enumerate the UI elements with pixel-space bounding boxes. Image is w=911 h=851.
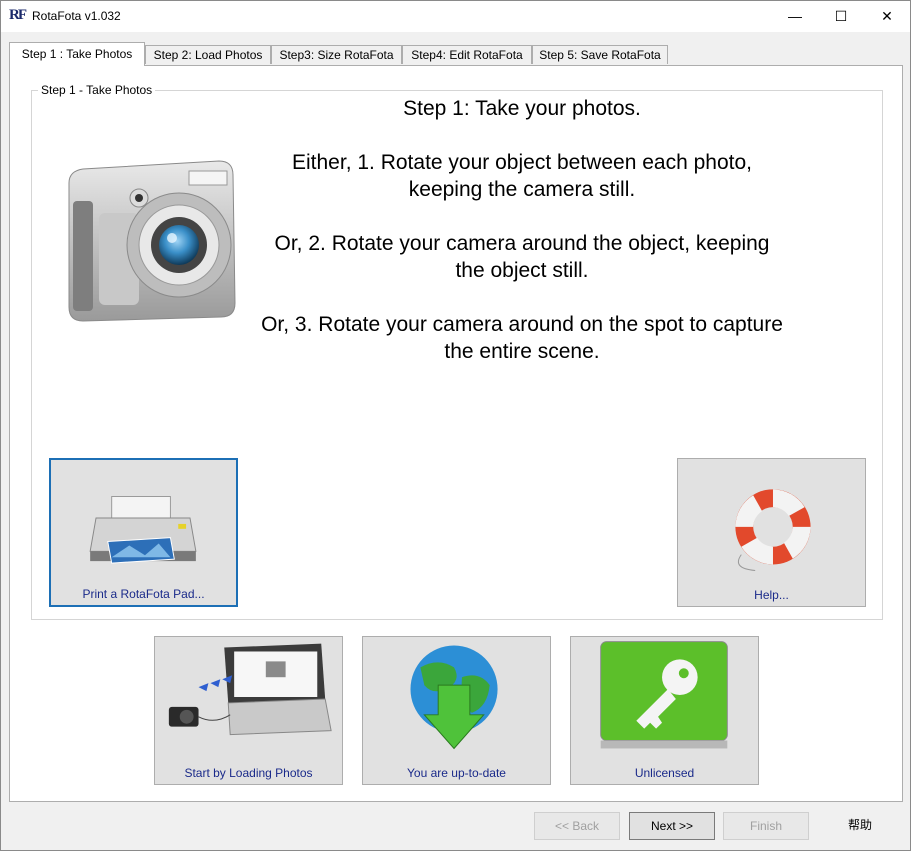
instructions-text: Step 1: Take your photos. Either, 1. Rot…: [242, 95, 802, 365]
globe-download-icon: [410, 645, 498, 750]
tab-panel: Step 1 - Take Photos Step 1: Take your p…: [9, 65, 903, 802]
finish-button[interactable]: Finish: [723, 812, 809, 840]
window-title: RotaFota v1.032: [32, 9, 121, 23]
printer-icon: [89, 496, 197, 564]
option1-line1: Either, 1. Rotate your object between ea…: [292, 151, 752, 174]
help-button[interactable]: 帮助: [817, 812, 903, 840]
take-photos-group: Step 1 - Take Photos Step 1: Take your p…: [31, 83, 883, 620]
app-window: RF RotaFota v1.032 — ☐ ✕ Step 1 : Take P…: [0, 0, 911, 851]
minimize-button[interactable]: —: [772, 1, 818, 32]
next-button[interactable]: Next >>: [629, 812, 715, 840]
camera-icon: [68, 160, 236, 322]
license-status-button[interactable]: Unlicensed: [570, 636, 759, 785]
group-legend: Step 1 - Take Photos: [38, 83, 156, 97]
maximize-icon: ☐: [834, 8, 848, 24]
option3-line2: the entire scene.: [444, 340, 600, 363]
license-status-label: Unlicensed: [634, 766, 695, 780]
title-bar: RF RotaFota v1.032 — ☐ ✕: [1, 1, 910, 32]
option2-line1: Or, 2. Rotate your camera around the obj…: [274, 232, 770, 255]
minimize-icon: —: [788, 8, 802, 24]
key-icon: [600, 641, 728, 749]
option1-line2: keeping the camera still.: [408, 178, 636, 201]
app-logo-icon: RF: [9, 7, 27, 23]
help-tile-label: Help...: [754, 588, 789, 602]
tab-save-rotafota[interactable]: Step 5: Save RotaFota: [532, 45, 668, 64]
start-loading-label: Start by Loading Photos: [184, 766, 313, 780]
close-icon: ✕: [881, 8, 893, 24]
option2-line2: the object still.: [455, 259, 589, 282]
print-pad-button[interactable]: Print a RotaFota Pad...: [49, 458, 238, 607]
close-button[interactable]: ✕: [864, 1, 910, 32]
tab-load-photos[interactable]: Step 2: Load Photos: [145, 45, 271, 64]
tab-size-rotafota[interactable]: Step3: Size RotaFota: [271, 45, 402, 64]
tab-take-photos[interactable]: Step 1 : Take Photos: [9, 42, 145, 66]
tab-edit-rotafota[interactable]: Step4: Edit RotaFota: [402, 45, 532, 64]
back-button[interactable]: << Back: [534, 812, 620, 840]
lifebuoy-icon: [735, 489, 811, 571]
start-loading-button[interactable]: Start by Loading Photos: [154, 636, 343, 785]
option3-line1: Or, 3. Rotate your camera around on the …: [261, 313, 783, 336]
maximize-button[interactable]: ☐: [818, 1, 864, 32]
instructions-heading: Step 1: Take your photos.: [403, 97, 641, 120]
help-tile-button[interactable]: Help...: [677, 458, 866, 607]
update-status-label: You are up-to-date: [407, 766, 506, 780]
laptop-camera-icon: [168, 643, 332, 736]
print-pad-label: Print a RotaFota Pad...: [82, 587, 205, 601]
update-status-button[interactable]: You are up-to-date: [362, 636, 551, 785]
